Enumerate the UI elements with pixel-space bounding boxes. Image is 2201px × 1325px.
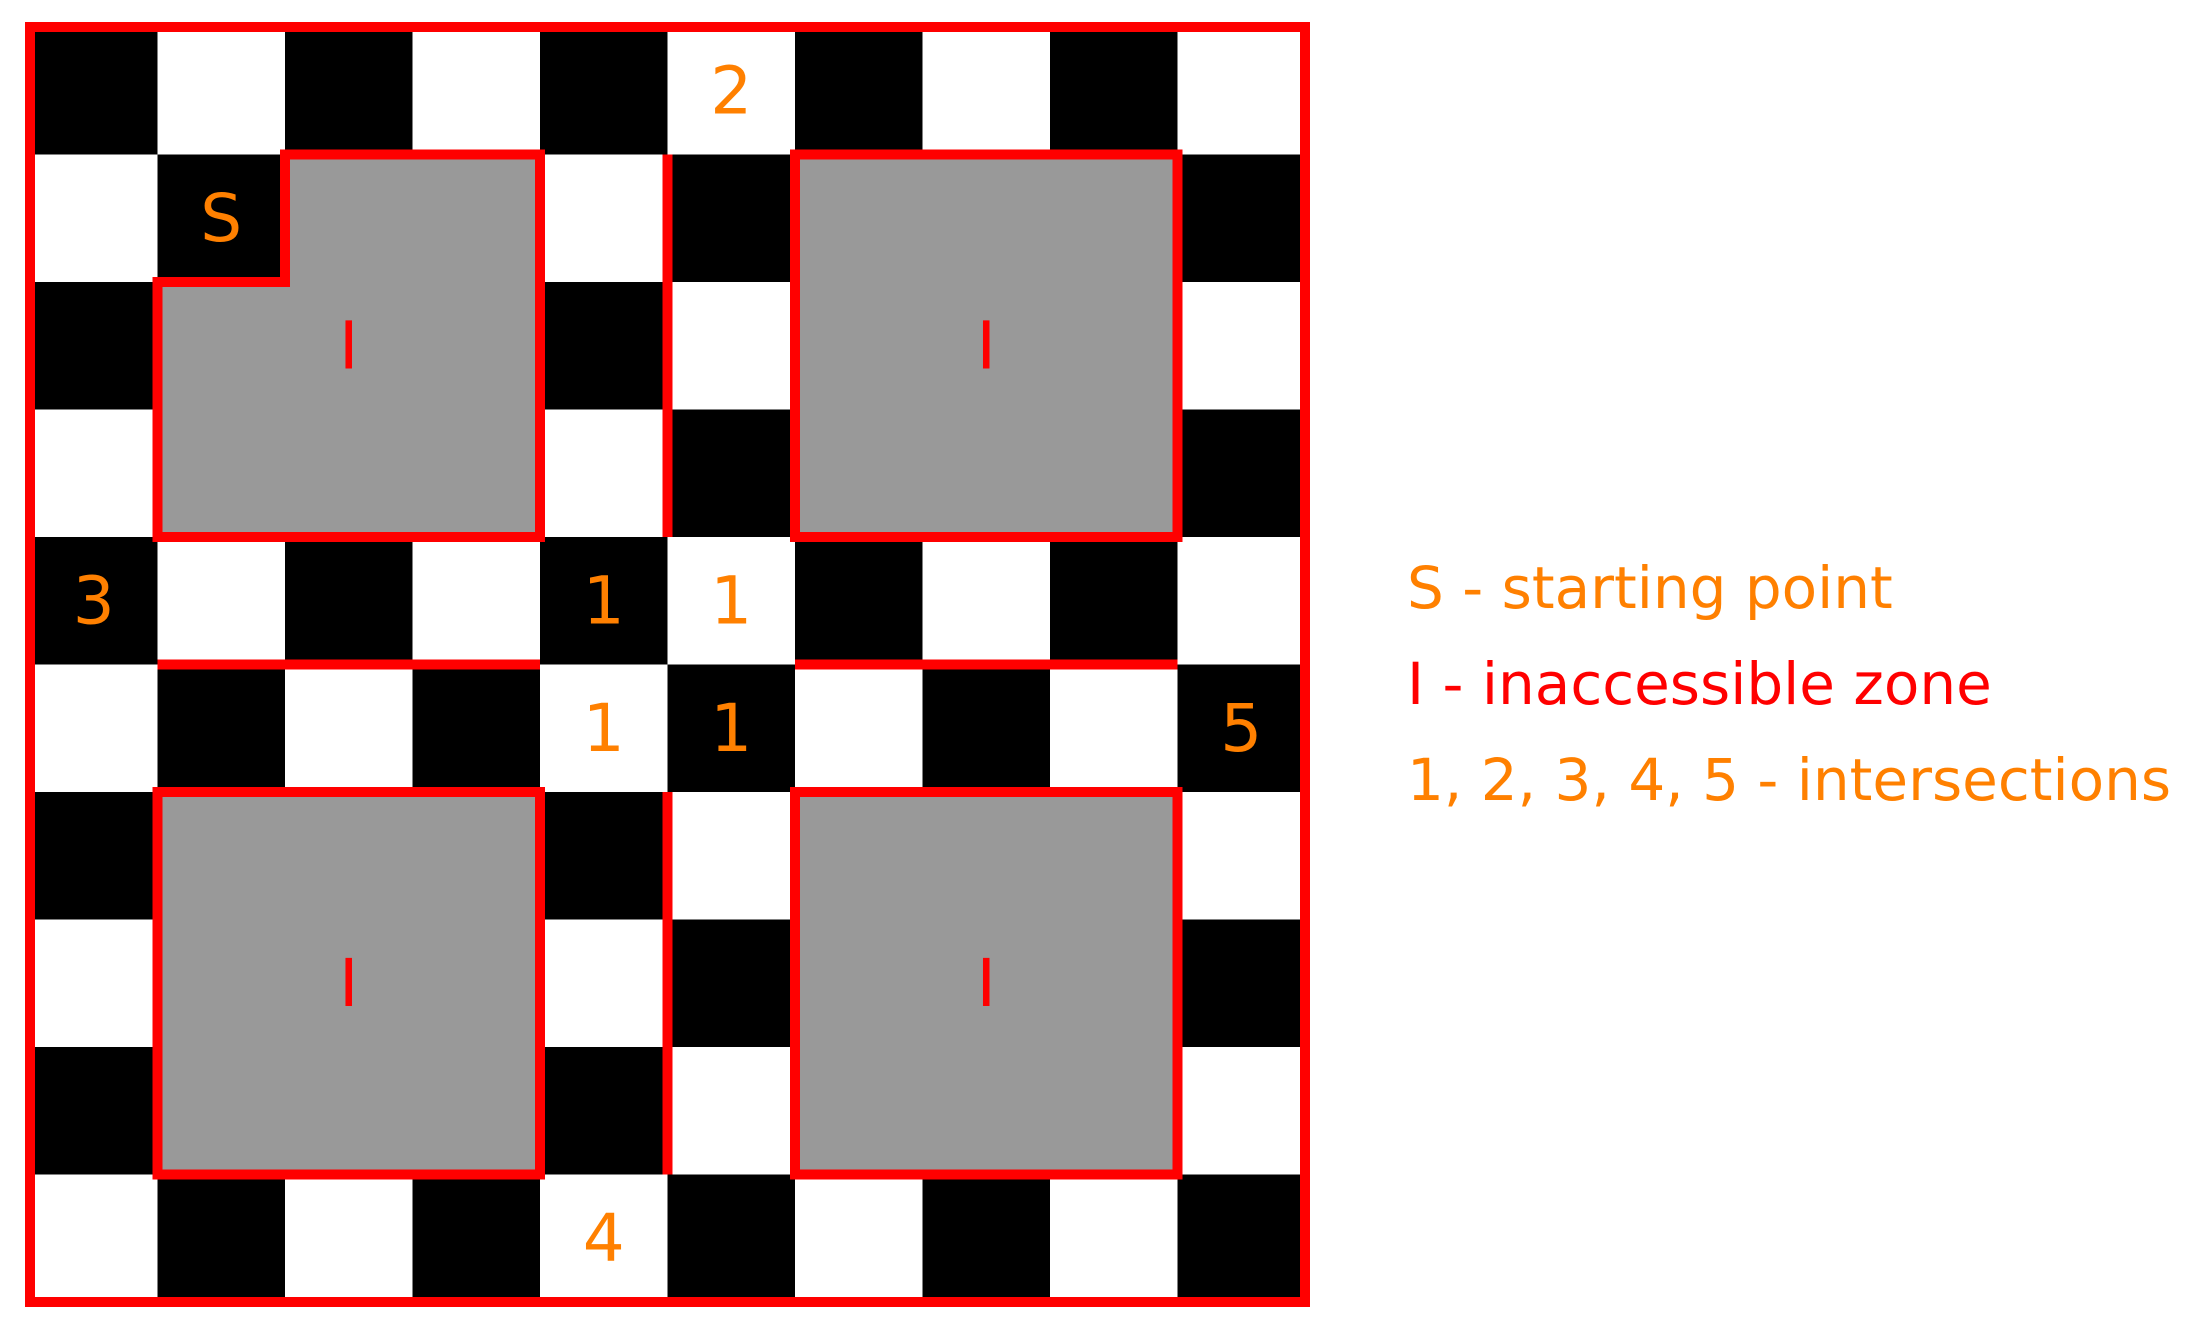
dark-square <box>157 664 286 793</box>
intersection-marker-1: 1 <box>710 690 752 767</box>
inaccessible-zone-label: I <box>977 945 996 1022</box>
dark-square <box>667 409 796 538</box>
dark-square <box>1050 537 1179 666</box>
dark-square <box>412 1174 541 1303</box>
light-square <box>667 792 796 921</box>
dark-square <box>1177 154 1306 283</box>
light-square <box>30 154 159 283</box>
dark-square <box>157 1174 286 1303</box>
light-square <box>1050 664 1179 793</box>
light-square <box>667 282 796 411</box>
light-square <box>795 1174 924 1303</box>
dark-square <box>285 27 414 156</box>
light-square <box>30 409 159 538</box>
start-marker: S <box>200 180 242 257</box>
dark-square <box>30 792 159 921</box>
dark-square <box>1177 919 1306 1048</box>
inaccessible-zone-label: I <box>977 307 996 384</box>
legend-item-intersections: 1, 2, 3, 4, 5 - intersections <box>1407 746 2172 814</box>
dark-square <box>1177 409 1306 538</box>
light-square <box>1177 282 1306 411</box>
light-square <box>30 664 159 793</box>
intersection-marker-1: 1 <box>583 690 625 767</box>
legend-item-start: S - starting point <box>1407 554 1893 622</box>
light-square <box>795 664 924 793</box>
dark-square <box>795 27 924 156</box>
intersection-marker-1: 1 <box>710 562 752 639</box>
light-square <box>157 537 286 666</box>
dark-square <box>285 537 414 666</box>
light-square <box>1050 1174 1179 1303</box>
dark-square <box>795 537 924 666</box>
light-square <box>1177 27 1306 156</box>
light-square <box>157 27 286 156</box>
light-square <box>922 27 1051 156</box>
light-square <box>922 537 1051 666</box>
light-square <box>285 664 414 793</box>
light-square <box>30 1174 159 1303</box>
legend: S - starting point I - inaccessible zone… <box>1407 540 2171 828</box>
dark-square <box>667 1174 796 1303</box>
dark-square <box>1050 27 1179 156</box>
light-square <box>1177 1047 1306 1176</box>
light-square <box>1177 792 1306 921</box>
light-square <box>667 1047 796 1176</box>
intersection-marker-2: 2 <box>710 52 752 129</box>
maze-board: I I I I 2 S 3 1 1 1 1 5 4 <box>25 22 1310 1307</box>
intersection-marker-4: 4 <box>583 1200 625 1277</box>
light-square <box>412 27 541 156</box>
intersection-marker-1: 1 <box>583 562 625 639</box>
light-square <box>540 919 669 1048</box>
inaccessible-zone-label: I <box>339 945 358 1022</box>
light-square <box>540 154 669 283</box>
light-square <box>1177 537 1306 666</box>
dark-square <box>540 27 669 156</box>
light-square <box>285 1174 414 1303</box>
intersection-marker-5: 5 <box>1220 690 1262 767</box>
dark-square <box>30 282 159 411</box>
dark-square <box>30 27 159 156</box>
legend-item-inaccessible: I - inaccessible zone <box>1407 650 1992 718</box>
light-square <box>30 919 159 1048</box>
dark-square <box>667 919 796 1048</box>
light-square <box>540 409 669 538</box>
dark-square <box>922 664 1051 793</box>
dark-square <box>540 1047 669 1176</box>
dark-square <box>540 282 669 411</box>
inaccessible-zone-label: I <box>339 307 358 384</box>
dark-square <box>922 1174 1051 1303</box>
dark-square <box>412 664 541 793</box>
dark-square <box>30 1047 159 1176</box>
dark-square <box>540 792 669 921</box>
dark-square <box>667 154 796 283</box>
light-square <box>412 537 541 666</box>
intersection-marker-3: 3 <box>73 562 115 639</box>
dark-square <box>1177 1174 1306 1303</box>
